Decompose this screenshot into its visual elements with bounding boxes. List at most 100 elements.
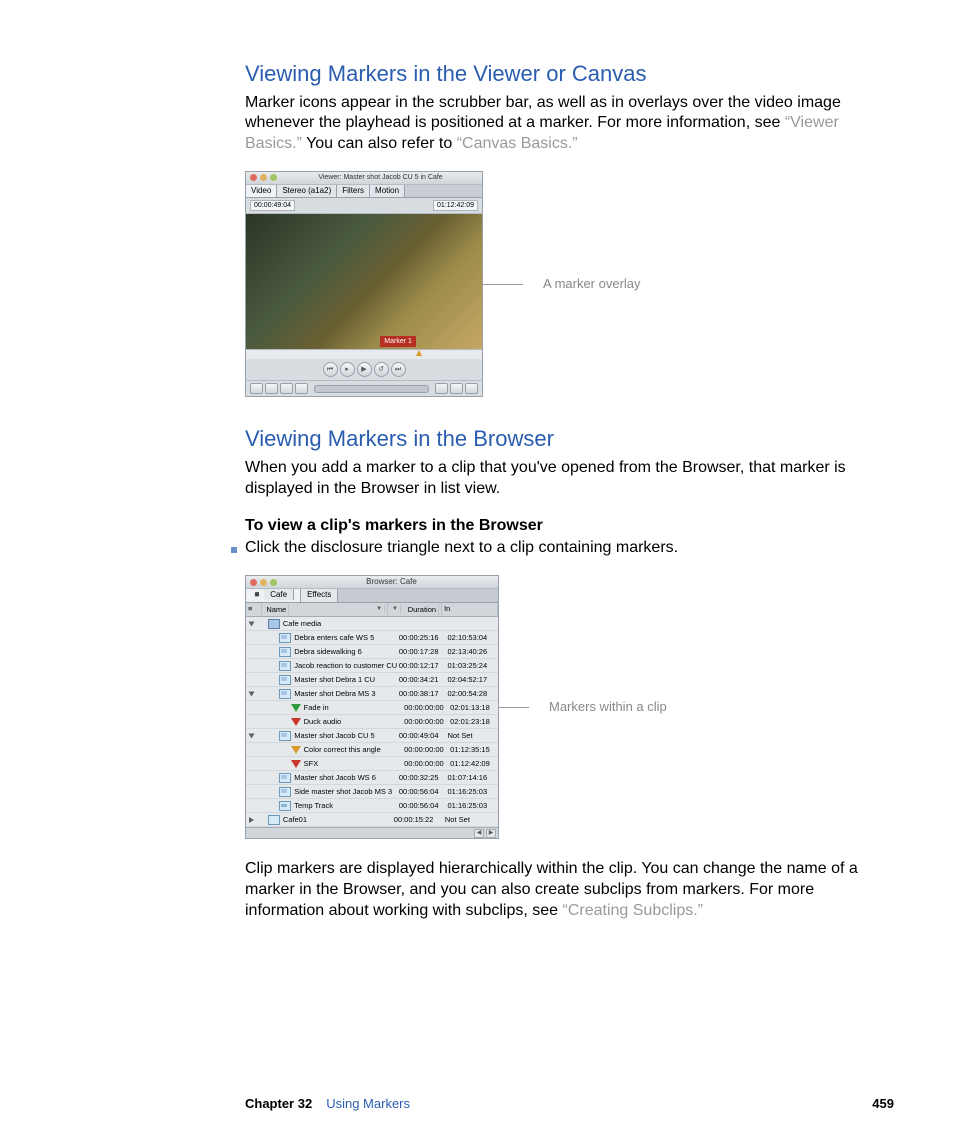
traffic-lights[interactable] xyxy=(250,174,277,181)
tab-effects[interactable]: Effects xyxy=(301,589,338,601)
table-row[interactable]: Temp Track00:00:56:0401:16:25:03 xyxy=(246,799,498,813)
table-row[interactable]: Fade in 00:00:00:0002:01:13:18 xyxy=(246,701,498,715)
table-row[interactable]: Master shot Jacob WS 600:00:32:2501:07:1… xyxy=(246,771,498,785)
scrubber-bar[interactable] xyxy=(246,349,482,359)
section1-paragraph: Marker icons appear in the scrubber bar,… xyxy=(245,93,865,155)
bullet-text: Click the disclosure triangle next to a … xyxy=(245,538,678,559)
mk-red-icon xyxy=(291,760,301,768)
viewer-video-image: Marker 1 xyxy=(246,214,482,349)
row-in: 02:01:13:18 xyxy=(450,703,498,713)
table-row[interactable]: Cafe0100:00:15:22Not Set xyxy=(246,813,498,827)
viewer-window: Viewer: Master shot Jacob CU 5 in Cafe V… xyxy=(245,171,483,397)
row-name: Master shot Debra MS 3 xyxy=(294,689,375,699)
row-in: 02:04:52:17 xyxy=(448,675,498,685)
table-row[interactable]: Master shot Debra 1 CU00:00:34:2102:04:5… xyxy=(246,673,498,687)
horizontal-scroll[interactable]: ◀▶ xyxy=(246,827,498,838)
row-name: Cafe01 xyxy=(283,815,307,825)
table-row[interactable]: Master shot Debra MS 3 00:00:38:1702:00:5… xyxy=(246,687,498,701)
row-name: Fade in xyxy=(304,703,329,713)
clip-icon xyxy=(279,647,291,657)
transport-controls: ⏮ ▸ ▶ ↺ ⏭ xyxy=(246,359,482,380)
row-name: Jacob reaction to customer CU 5 xyxy=(294,661,399,671)
disclosure-triangle-icon[interactable] xyxy=(249,621,255,626)
clip-icon xyxy=(279,731,291,741)
play-around-button[interactable]: ↺ xyxy=(374,362,389,377)
text: Marker icons appear in the scrubber bar,… xyxy=(245,94,841,132)
table-row[interactable]: Cafe media xyxy=(246,617,498,631)
table-row[interactable]: Duck audio00:00:00:0002:01:23:18 xyxy=(246,715,498,729)
prev-edit-button[interactable]: ⏮ xyxy=(323,362,338,377)
link-canvas-basics[interactable]: “Canvas Basics.” xyxy=(457,135,578,152)
col-duration[interactable]: ▼Duration xyxy=(388,603,442,617)
play-button[interactable]: ▶ xyxy=(357,362,372,377)
browser-column-header[interactable]: ≡ Name▼ ▼Duration In xyxy=(246,603,498,618)
bullet-icon xyxy=(231,547,237,553)
row-duration: 00:00:00:00 xyxy=(404,759,450,769)
row-duration: 00:00:56:04 xyxy=(399,801,448,811)
seq-icon xyxy=(268,815,280,825)
link-creating-subclips[interactable]: “Creating Subclips.” xyxy=(563,902,704,919)
disclosure-triangle-icon[interactable] xyxy=(249,733,255,738)
clip-icon xyxy=(279,661,291,671)
row-duration: 00:00:15:22 xyxy=(394,815,445,825)
table-row[interactable]: Color correct this angle00:00:00:0001:12… xyxy=(246,743,498,757)
section2-subhead: To view a clip's markers in the Browser xyxy=(245,516,865,537)
section2-paragraph1: When you add a marker to a clip that you… xyxy=(245,458,865,500)
scroll-right-icon[interactable]: ▶ xyxy=(486,829,496,838)
clip-icon xyxy=(279,787,291,797)
mark-buttons-right[interactable] xyxy=(435,383,478,394)
row-in: Not Set xyxy=(448,731,498,741)
row-in: 02:10:53:04 xyxy=(448,633,498,643)
timecode-left[interactable]: 00:00:49:04 xyxy=(250,200,295,211)
section2-paragraph2: Clip markers are displayed hierarchicall… xyxy=(245,859,865,921)
viewer-title: Viewer: Master shot Jacob CU 5 in Cafe xyxy=(283,173,478,182)
timecode-right[interactable]: 01:12:42:09 xyxy=(433,200,478,211)
next-edit-button[interactable]: ⏭ xyxy=(391,362,406,377)
play-inout-button[interactable]: ▸ xyxy=(340,362,355,377)
col-handle[interactable]: ≡ xyxy=(246,603,262,617)
disclosure-triangle-icon[interactable] xyxy=(249,691,255,696)
scroll-left-icon[interactable]: ◀ xyxy=(474,829,484,838)
table-row[interactable]: Debra enters cafe WS 500:00:25:1602:10:5… xyxy=(246,631,498,645)
tab-motion[interactable]: Motion xyxy=(370,185,405,197)
mark-buttons-left[interactable] xyxy=(250,383,308,394)
figure-browser: Browser: Cafe ◾ Cafe Effects ≡ Name▼ ▼Du… xyxy=(245,575,865,839)
disclosure-triangle-icon[interactable] xyxy=(249,817,254,823)
browser-window: Browser: Cafe ◾ Cafe Effects ≡ Name▼ ▼Du… xyxy=(245,575,499,839)
tab-stereo[interactable]: Stereo (a1a2) xyxy=(277,185,337,197)
browser-rows: Cafe mediaDebra enters cafe WS 500:00:25… xyxy=(246,617,498,827)
table-row[interactable]: Jacob reaction to customer CU 500:00:12:… xyxy=(246,659,498,673)
tab-project[interactable]: ◾ Cafe xyxy=(246,589,301,601)
row-duration: 00:00:00:00 xyxy=(404,717,450,727)
viewer-tabs[interactable]: Video Stereo (a1a2) Filters Motion xyxy=(246,185,482,198)
row-in: 02:00:54:28 xyxy=(448,689,498,699)
col-in[interactable]: In xyxy=(442,603,498,617)
row-in: 01:03:25:24 xyxy=(448,661,498,671)
figure-viewer: Viewer: Master shot Jacob CU 5 in Cafe V… xyxy=(245,171,865,397)
browser-title: Browser: Cafe xyxy=(289,577,494,587)
row-in: 01:12:35:15 xyxy=(450,745,498,755)
row-name: Master shot Jacob WS 6 xyxy=(294,773,376,783)
row-name: Side master shot Jacob MS 3 xyxy=(294,787,392,797)
tab-filters[interactable]: Filters xyxy=(337,185,370,197)
col-name[interactable]: Name▼ xyxy=(262,603,388,617)
traffic-lights[interactable] xyxy=(250,579,277,586)
tab-video[interactable]: Video xyxy=(246,185,277,197)
row-name: Duck audio xyxy=(304,717,342,727)
clip-icon xyxy=(279,773,291,783)
footer-chapter-label: Chapter 32 xyxy=(245,1096,312,1113)
row-name: Master shot Jacob CU 5 xyxy=(294,731,374,741)
row-name: Debra sidewalking 6 xyxy=(294,647,362,657)
row-duration: 00:00:38:17 xyxy=(399,689,448,699)
table-row[interactable]: SFX00:00:00:0001:12:42:09 xyxy=(246,757,498,771)
row-name: Debra enters cafe WS 5 xyxy=(294,633,374,643)
table-row[interactable]: Debra sidewalking 600:00:17:2802:13:40:2… xyxy=(246,645,498,659)
table-row[interactable]: Master shot Jacob CU 500:00:49:04Not Set xyxy=(246,729,498,743)
row-in: 02:13:40:26 xyxy=(448,647,498,657)
shuttle-control[interactable] xyxy=(314,385,429,393)
table-row[interactable]: Side master shot Jacob MS 300:00:56:0401… xyxy=(246,785,498,799)
row-duration: 00:00:12:17 xyxy=(399,661,448,671)
section-heading-2: Viewing Markers in the Browser xyxy=(245,425,865,454)
row-duration: 00:00:00:00 xyxy=(404,703,450,713)
section-heading-1: Viewing Markers in the Viewer or Canvas xyxy=(245,60,865,89)
